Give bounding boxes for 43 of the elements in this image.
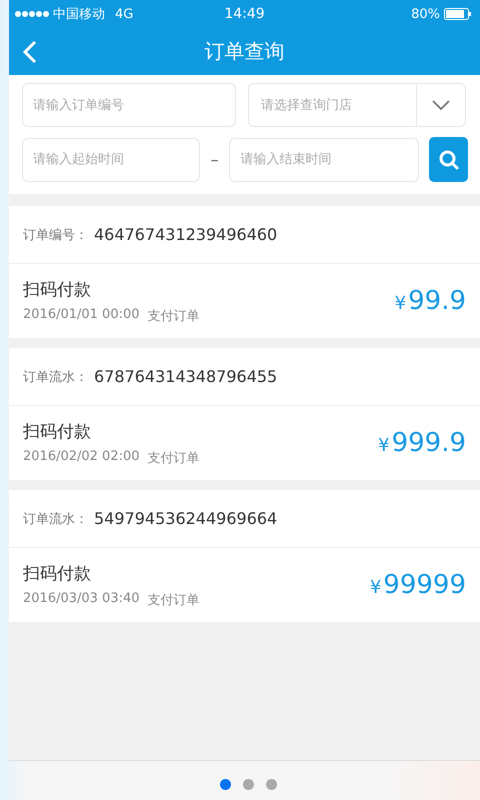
start-time-field[interactable]: 请输入起始时间 <box>22 138 200 182</box>
range-separator: – <box>210 150 220 169</box>
end-time-field[interactable]: 请输入结束时间 <box>229 138 420 182</box>
order-status: 支付订单 <box>148 450 200 466</box>
order-card[interactable]: 订单编号： 464767431239496460 扫码付款 2016/01/01 00:00 支付订单 ¥99.9 <box>9 206 480 338</box>
store-select[interactable]: 请选择查询门店 <box>248 83 466 127</box>
order-number-label: 订单流水： <box>23 368 88 386</box>
page-dot[interactable] <box>220 779 231 790</box>
battery-text: 80% <box>411 6 440 22</box>
currency-symbol: ¥ <box>394 293 406 314</box>
order-amount: 99.9 <box>408 286 466 316</box>
order-number-label: 订单编号： <box>23 226 88 244</box>
page-title: 订单查询 <box>204 38 284 65</box>
order-card[interactable]: 订单流水： 678764314348796455 扫码付款 2016/02/02 02:00 支付订单 ¥999.9 <box>9 348 480 480</box>
order-number: 464767431239496460 <box>94 225 278 244</box>
payment-type: 扫码付款 <box>23 562 92 584</box>
order-status: 支付订单 <box>148 592 200 608</box>
page-dot[interactable] <box>243 779 254 790</box>
order-number: 549794536244969664 <box>94 509 278 528</box>
signal-icon <box>15 10 49 18</box>
network-text: 4G <box>115 6 134 22</box>
back-icon[interactable] <box>23 40 37 64</box>
order-time: 2016/02/02 02:00 <box>23 448 140 466</box>
page-dot[interactable] <box>266 779 277 790</box>
chevron-down-icon <box>431 99 451 111</box>
search-icon <box>438 148 460 170</box>
search-button[interactable] <box>429 137 468 182</box>
order-amount: 99999 <box>383 570 466 600</box>
payment-type: 扫码付款 <box>23 278 92 300</box>
carrier-text: 中国移动 <box>53 6 105 23</box>
clock-text: 14:49 <box>224 6 265 22</box>
order-amount: 999.9 <box>392 428 466 458</box>
payment-type: 扫码付款 <box>23 420 92 442</box>
order-number-label: 订单流水： <box>23 510 88 528</box>
order-card[interactable]: 订单流水： 549794536244969664 扫码付款 2016/03/03 03:40 支付订单 ¥99999 <box>9 490 480 622</box>
order-number-field[interactable]: 请输入订单编号 <box>22 83 236 127</box>
order-number: 678764314348796455 <box>94 367 278 386</box>
order-status: 支付订单 <box>148 308 200 324</box>
currency-symbol: ¥ <box>378 435 390 456</box>
order-time: 2016/03/03 03:40 <box>23 590 140 608</box>
battery-icon <box>444 8 472 20</box>
currency-symbol: ¥ <box>370 577 382 598</box>
order-time: 2016/01/01 00:00 <box>23 306 140 324</box>
